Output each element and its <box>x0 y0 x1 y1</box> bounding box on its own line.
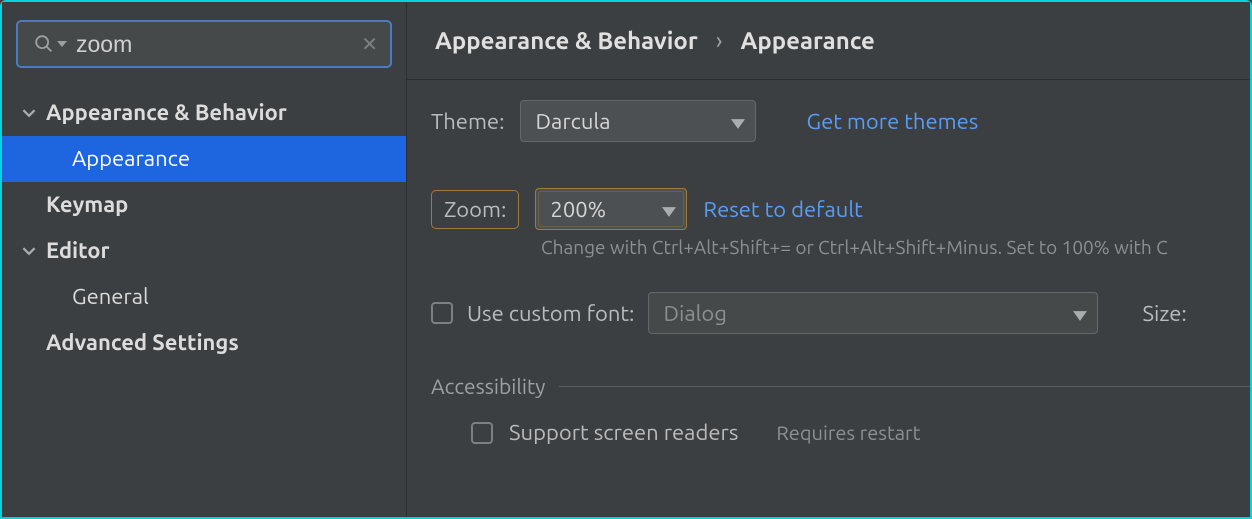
content: Theme: Darcula Get more themes Zoom: 200… <box>407 80 1250 457</box>
accessibility-title: Accessibility <box>431 374 545 398</box>
breadcrumb-part: Appearance <box>741 27 875 54</box>
screen-readers-checkbox[interactable] <box>471 422 493 444</box>
sidebar-item-label: Appearance <box>16 148 190 170</box>
search-input[interactable] <box>16 20 392 68</box>
sidebar-item-appearance[interactable]: Appearance <box>2 136 406 182</box>
caret-down-icon <box>662 197 676 222</box>
sidebar-item-label: Keymap <box>16 194 128 216</box>
zoom-row: Zoom: 200% Reset to default <box>431 188 1250 230</box>
custom-font-row: Use custom font: Dialog Size: <box>431 292 1250 334</box>
custom-font-label: Use custom font: <box>467 301 634 326</box>
theme-select[interactable]: Darcula <box>520 100 756 142</box>
theme-value: Darcula <box>535 109 610 134</box>
chevron-down-icon <box>16 244 42 258</box>
zoom-select[interactable]: 200% <box>535 188 687 230</box>
sidebar-item-advanced-settings[interactable]: Advanced Settings <box>2 320 406 366</box>
sidebar-item-label: Appearance & Behavior <box>42 102 287 124</box>
breadcrumb-separator: › <box>716 27 723 54</box>
sidebar: ✕ Appearance & Behavior Appearance Keyma… <box>2 2 407 517</box>
breadcrumb-part: Appearance & Behavior <box>435 27 698 54</box>
sidebar-item-editor[interactable]: Editor <box>2 228 406 274</box>
theme-label: Theme: <box>431 109 504 134</box>
requires-restart-hint: Requires restart <box>776 421 920 444</box>
section-divider <box>559 386 1250 387</box>
zoom-hint: Change with Ctrl+Alt+Shift+= or Ctrl+Alt… <box>541 236 1250 258</box>
caret-down-icon <box>1073 301 1087 326</box>
font-select[interactable]: Dialog <box>648 292 1098 334</box>
sidebar-item-keymap[interactable]: Keymap <box>2 182 406 228</box>
sidebar-item-label: General <box>16 286 149 308</box>
screen-readers-label: Support screen readers <box>509 420 738 445</box>
zoom-value: 200% <box>550 197 606 222</box>
font-value: Dialog <box>663 301 726 326</box>
sidebar-item-label: Editor <box>42 240 110 262</box>
screen-readers-row: Support screen readers Requires restart <box>471 420 1250 445</box>
caret-down-icon <box>731 109 745 134</box>
search-container: ✕ <box>16 20 392 68</box>
clear-search-icon[interactable]: ✕ <box>361 32 378 56</box>
breadcrumb: Appearance & Behavior › Appearance <box>407 2 1250 80</box>
settings-tree: Appearance & Behavior Appearance Keymap … <box>16 90 392 366</box>
sidebar-item-appearance-behavior[interactable]: Appearance & Behavior <box>2 90 406 136</box>
sidebar-item-general[interactable]: General <box>2 274 406 320</box>
get-more-themes-link[interactable]: Get more themes <box>806 109 978 134</box>
reset-zoom-link[interactable]: Reset to default <box>703 197 862 222</box>
settings-window: ✕ Appearance & Behavior Appearance Keyma… <box>0 0 1252 519</box>
sidebar-item-label: Advanced Settings <box>16 332 239 354</box>
theme-row: Theme: Darcula Get more themes <box>431 100 1250 142</box>
search-icon <box>33 33 67 55</box>
main-panel: Appearance & Behavior › Appearance Theme… <box>407 2 1250 517</box>
accessibility-section: Accessibility <box>431 374 1250 398</box>
font-size-label: Size: <box>1142 301 1186 326</box>
zoom-label: Zoom: <box>431 190 519 229</box>
chevron-down-icon <box>16 106 42 120</box>
custom-font-checkbox[interactable] <box>431 302 453 324</box>
